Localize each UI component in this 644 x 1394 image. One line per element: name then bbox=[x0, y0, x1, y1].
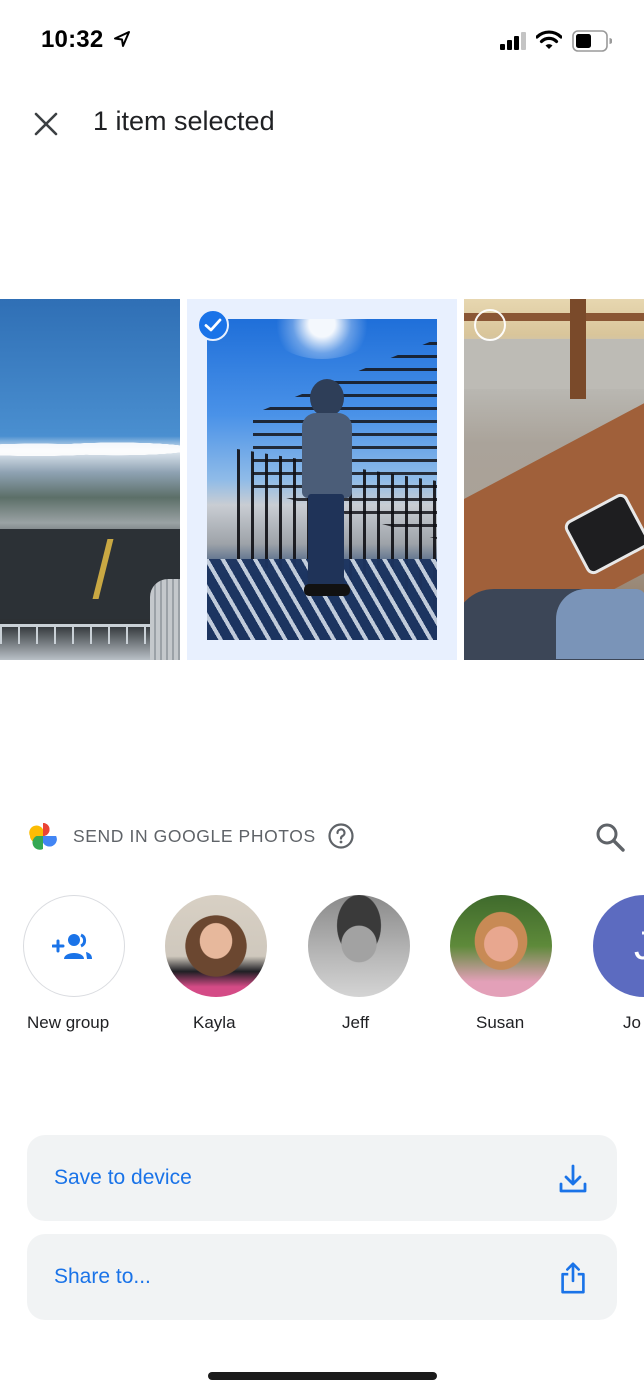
battery-icon bbox=[572, 30, 612, 52]
photo-detail bbox=[302, 379, 352, 599]
new-group-avatar bbox=[23, 895, 125, 997]
photo-detail bbox=[464, 339, 644, 389]
google-photos-logo-icon bbox=[29, 823, 57, 850]
avatar: J bbox=[593, 895, 644, 997]
photo-detail bbox=[308, 494, 344, 589]
save-to-device-label: Save to device bbox=[54, 1166, 192, 1189]
avatar-initial: J bbox=[634, 923, 644, 968]
share-to-button[interactable]: Share to... bbox=[27, 1234, 617, 1320]
photo-detail bbox=[302, 413, 352, 498]
avatar bbox=[165, 895, 267, 997]
photo-detail bbox=[267, 319, 377, 359]
status-time: 10:32 bbox=[41, 26, 104, 53]
add-group-icon bbox=[52, 933, 92, 959]
photo-detail bbox=[556, 589, 644, 659]
save-to-device-button[interactable]: Save to device bbox=[27, 1135, 617, 1221]
photo-detail bbox=[150, 579, 180, 660]
wifi-icon bbox=[536, 30, 562, 49]
send-section-label: SEND IN GOOGLE PHOTOS bbox=[73, 826, 316, 846]
location-arrow-icon bbox=[114, 31, 130, 47]
home-indicator[interactable] bbox=[208, 1372, 437, 1380]
close-icon bbox=[34, 112, 58, 136]
photo-detail bbox=[0, 439, 180, 457]
selected-photo-image bbox=[207, 319, 437, 640]
selection-title: 1 item selected bbox=[93, 106, 275, 136]
help-circle-icon[interactable] bbox=[327, 822, 355, 850]
contact-name: New group bbox=[27, 1013, 110, 1032]
contact-name: Kayla bbox=[193, 1013, 236, 1032]
status-bar: 10:32 bbox=[0, 0, 644, 80]
selected-checkbox[interactable] bbox=[197, 309, 229, 341]
photo-detail bbox=[0, 624, 160, 644]
photo-strip[interactable] bbox=[0, 299, 644, 661]
contacts-row[interactable]: New group Kayla Jeff Susan J Jo bbox=[0, 895, 644, 1035]
share-icon bbox=[561, 1262, 585, 1294]
download-icon bbox=[559, 1164, 587, 1193]
contact-name: Jo bbox=[623, 1013, 641, 1032]
avatar bbox=[450, 895, 552, 997]
close-button[interactable] bbox=[26, 104, 66, 144]
search-icon[interactable] bbox=[593, 820, 627, 854]
photo-thumbnail-selected[interactable] bbox=[187, 299, 457, 660]
photo-detail bbox=[570, 299, 586, 399]
unselected-checkbox[interactable] bbox=[474, 309, 506, 341]
checkmark-icon bbox=[204, 318, 222, 332]
share-to-label: Share to... bbox=[54, 1265, 151, 1288]
contact-name: Jeff bbox=[342, 1013, 370, 1032]
photo-detail bbox=[304, 584, 350, 596]
photo-thumbnail[interactable] bbox=[464, 299, 644, 660]
contact-name: Susan bbox=[476, 1013, 525, 1032]
photo-detail bbox=[310, 379, 344, 417]
cellular-signal-icon bbox=[500, 32, 526, 50]
photo-thumbnail[interactable] bbox=[0, 299, 180, 660]
send-section-header: SEND IN GOOGLE PHOTOS bbox=[0, 815, 644, 857]
avatar bbox=[308, 895, 410, 997]
